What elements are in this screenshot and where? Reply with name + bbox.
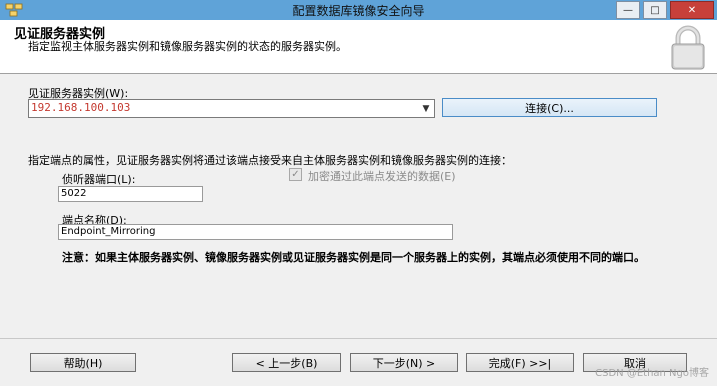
witness-server-select[interactable]: 192.168.100.103 ▼ [28,99,435,118]
finish-button[interactable]: 完成(F) >>| [466,353,574,372]
page-description: 指定监视主体服务器实例和镜像服务器实例的状态的服务器实例。 [28,40,347,53]
encrypt-checkbox[interactable]: ✓ [289,168,302,181]
endpoint-name-input[interactable]: Endpoint_Mirroring [58,224,453,240]
listener-port-input[interactable]: 5022 [58,186,203,202]
window-controls: — □ ✕ [613,0,714,19]
page-header: 见证服务器实例 指定监视主体服务器实例和镜像服务器实例的状态的服务器实例。 [0,20,717,74]
maximize-button[interactable]: □ [643,1,667,19]
window-title: 配置数据库镜像安全向导 [292,4,425,18]
next-button[interactable]: 下一步(N) > [350,353,458,372]
back-button[interactable]: < 上一步(B) [232,353,341,372]
endpoint-intro: 指定端点的属性，见证服务器实例将通过该端点接受来自主体服务器实例和镜像服务器实例… [28,154,512,167]
witness-server-value: 192.168.100.103 [31,101,131,114]
minimize-button[interactable]: — [616,1,640,19]
close-button[interactable]: ✕ [670,1,714,19]
wizard-window: 配置数据库镜像安全向导 — □ ✕ 见证服务器实例 指定监视主体服务器实例和镜像… [0,0,717,386]
chevron-down-icon[interactable]: ▼ [418,100,434,117]
note-text: 注意：如果主体服务器实例、镜像服务器实例或见证服务器实例是同一个服务器上的实例，… [62,251,645,264]
connect-button[interactable]: 连接(C)... [442,98,657,117]
listener-port-label: 侦听器端口(L): [62,173,136,186]
help-button[interactable]: 帮助(H) [30,353,136,372]
footer-divider [0,338,717,339]
encrypt-label: 加密通过此端点发送的数据(E) [308,170,456,183]
watermark: CSDN @Ethan Ngo博客 [595,368,709,379]
title-bar: 配置数据库镜像安全向导 — □ ✕ [0,0,717,20]
lock-icon [671,25,705,70]
